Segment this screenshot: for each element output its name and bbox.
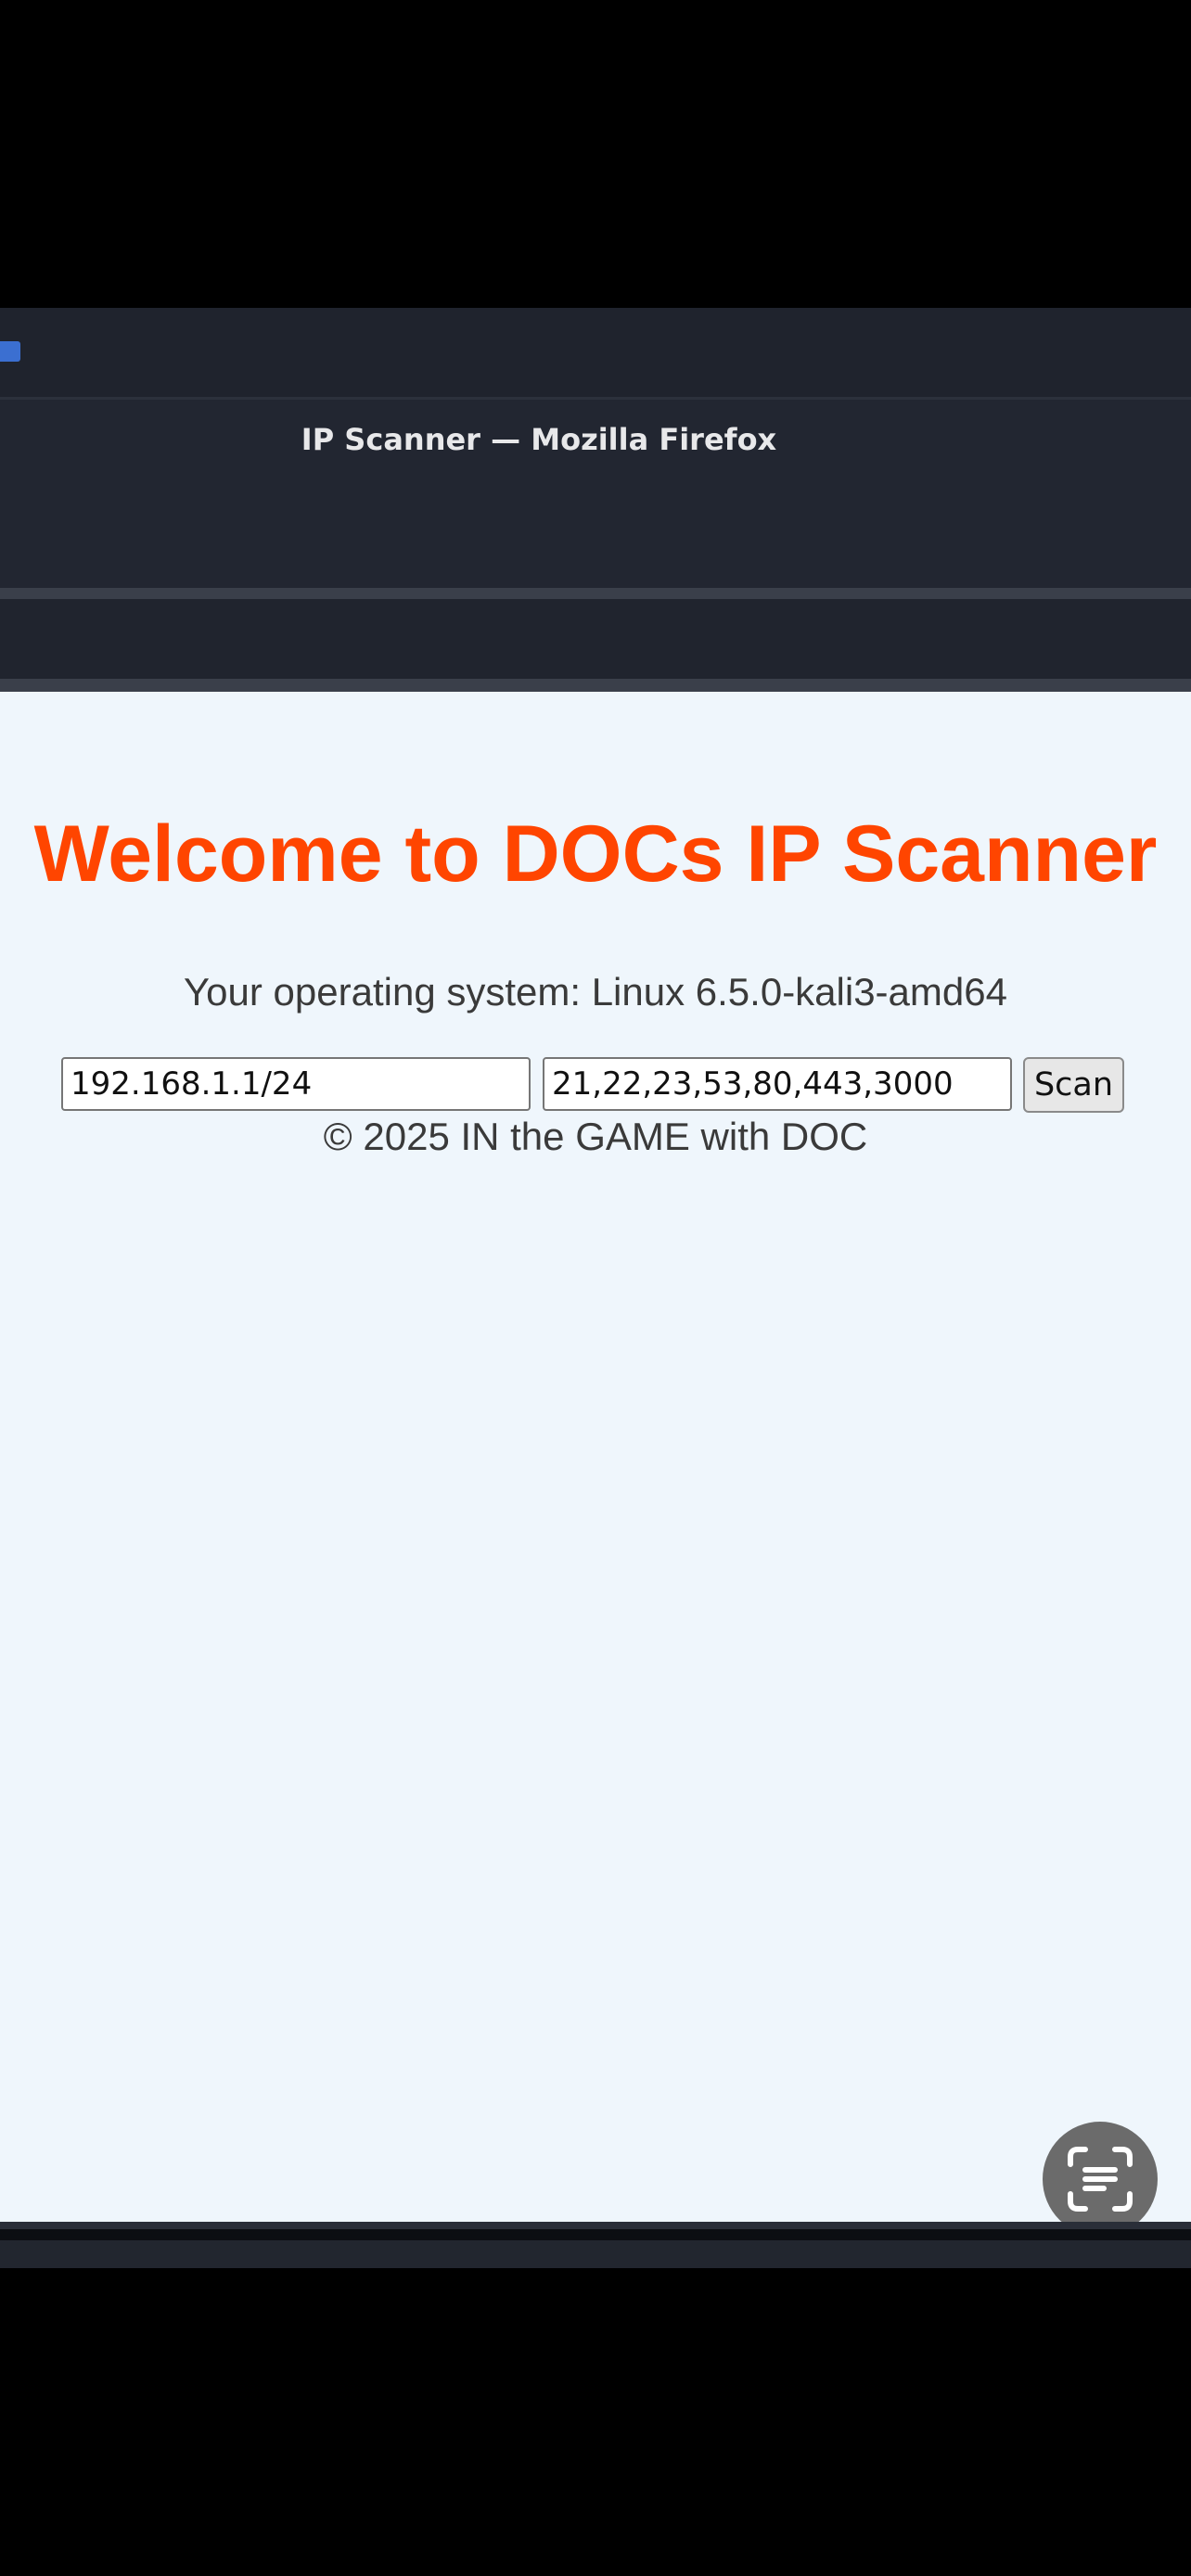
ports-input[interactable] <box>543 1057 1012 1111</box>
scan-form: Scan <box>0 1057 1191 1115</box>
toolbar-edge <box>0 679 1191 692</box>
bottom-black-area <box>0 2268 1191 2576</box>
os-info-text: Your operating system: Linux 6.5.0-kali3… <box>184 970 1007 1014</box>
window-title: IP Scanner — Mozilla Firefox <box>301 422 777 457</box>
taskbar-edge <box>0 2240 1191 2268</box>
scan-button[interactable]: Scan <box>1023 1057 1124 1113</box>
top-black-area <box>0 0 1191 308</box>
text-scan-button[interactable] <box>1043 2122 1158 2237</box>
divider <box>0 2229 1191 2240</box>
text-scan-icon <box>1068 2147 1133 2212</box>
tab-bar-edge <box>0 588 1191 599</box>
desktop-panel <box>0 308 1191 399</box>
window-titlebar[interactable]: IP Scanner — Mozilla Firefox <box>0 400 1191 588</box>
page-title: Welcome to DOCs IP Scanner <box>33 810 1158 899</box>
panel-app-icon[interactable] <box>0 341 20 362</box>
footer-copyright: © 2025 IN the GAME with DOC <box>323 1115 868 1158</box>
page-content: Welcome to DOCs IP Scanner Your operatin… <box>0 692 1191 2222</box>
window-bottom-edge <box>0 2222 1191 2229</box>
browser-toolbar <box>0 599 1191 679</box>
ip-range-input[interactable] <box>61 1057 531 1111</box>
